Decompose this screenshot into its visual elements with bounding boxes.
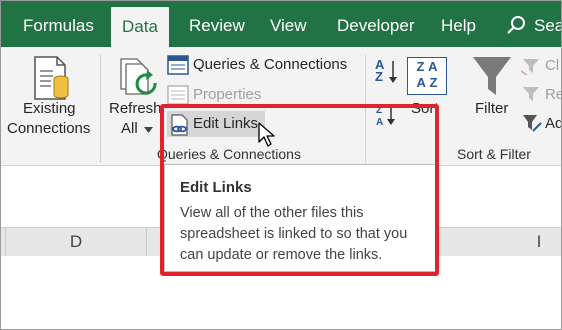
group-separator: [365, 55, 366, 163]
advanced-filter-icon[interactable]: [521, 113, 543, 133]
search-icon[interactable]: [506, 14, 528, 36]
mouse-pointer-icon: [258, 122, 275, 147]
sort-box-letter-top: Z: [416, 59, 425, 74]
sort-button[interactable]: Sort: [411, 100, 439, 117]
properties-button: Properties: [193, 86, 262, 103]
edit-links-tooltip: Edit Links View all of the other files t…: [164, 164, 438, 272]
existing-connections-label-2[interactable]: Connections: [7, 120, 90, 137]
sort-box-letter-bottom: A: [416, 75, 426, 90]
tooltip-title: Edit Links: [180, 179, 252, 196]
edit-links-icon[interactable]: [169, 114, 189, 136]
sort-box-letter-bottom2: Z: [429, 75, 438, 90]
properties-icon: [167, 85, 189, 105]
refresh-all-label-1[interactable]: Refresh: [109, 100, 162, 117]
tab-search[interactable]: Sea: [534, 1, 561, 47]
edit-links-button[interactable]: Edit Links: [193, 115, 258, 132]
filter-button[interactable]: Filter: [475, 100, 508, 117]
reapply-button: Re: [545, 86, 561, 103]
excel-window: Formulas Data Review View Developer Help…: [0, 0, 562, 330]
reapply-icon: [523, 87, 539, 101]
filter-funnel-icon[interactable]: [471, 55, 513, 99]
sort-box-letter-top2: A: [428, 59, 438, 74]
group-separator: [100, 55, 101, 163]
chevron-down-icon[interactable]: [144, 127, 153, 133]
tab-review[interactable]: Review: [189, 1, 245, 47]
refresh-all-icon[interactable]: [117, 55, 159, 101]
tooltip-body: View all of the other files this spreads…: [180, 205, 408, 263]
sort-arrow-icon: [389, 61, 397, 83]
sort-z-to-a-icon[interactable]: Z A: [375, 103, 397, 127]
tab-help[interactable]: Help: [441, 1, 476, 47]
tab-developer[interactable]: Developer: [337, 1, 415, 47]
refresh-all-label-2[interactable]: All: [121, 120, 138, 137]
column-header-i[interactable]: I: [517, 228, 561, 256]
ribbon: Existing Connections Refresh All Queries…: [1, 47, 561, 166]
column-header-d[interactable]: D: [6, 228, 147, 256]
clear-filter-icon: [521, 59, 539, 75]
advanced-button[interactable]: Ad: [545, 115, 561, 132]
tab-view[interactable]: View: [270, 1, 307, 47]
svg-text:A: A: [376, 117, 383, 127]
sort-az-letter-bottom: Z: [375, 69, 383, 84]
clear-button: Cl: [545, 57, 560, 74]
existing-connections-label-1[interactable]: Existing: [23, 100, 76, 117]
ribbon-tab-bar: Formulas Data Review View Developer Help…: [1, 1, 561, 47]
sort-dialog-icon[interactable]: Z A A Z: [407, 57, 447, 95]
queries-connections-button[interactable]: Queries & Connections: [193, 56, 347, 73]
existing-connections-icon[interactable]: [31, 55, 71, 101]
tab-data[interactable]: Data: [111, 7, 169, 47]
group-label-sort-filter: Sort & Filter: [457, 146, 531, 162]
svg-text:Z: Z: [376, 105, 382, 116]
group-label-queries-connections: Queries & Connections: [157, 146, 301, 162]
tab-formulas[interactable]: Formulas: [23, 1, 94, 47]
queries-connections-icon[interactable]: [167, 55, 189, 75]
